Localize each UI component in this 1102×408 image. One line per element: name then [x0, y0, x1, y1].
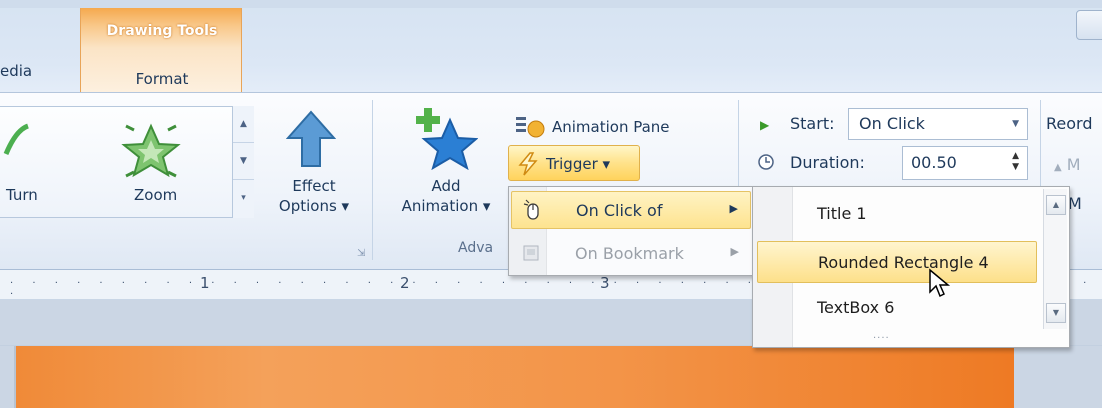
ribbon-tab-strip: edia Drawing Tools Format	[0, 0, 1102, 92]
group-launcher-icon[interactable]: ⇲	[357, 248, 365, 259]
ruler-mark: 3	[600, 274, 610, 292]
mouse-cursor-icon	[929, 268, 951, 298]
turn-animation-icon[interactable]	[2, 120, 32, 160]
resize-grip-icon[interactable]: ····	[873, 333, 890, 344]
zoom-animation-icon[interactable]	[118, 118, 184, 178]
drawing-tools-context-group: Drawing Tools Format	[80, 8, 242, 92]
chevron-down-icon[interactable]: ▼	[1012, 119, 1019, 129]
submenu-item-title-1[interactable]: Title 1	[757, 193, 1037, 235]
advanced-animation-group-label: Adva	[458, 240, 494, 256]
trigger-menu: On Click of ▶ On Bookmark ▶	[508, 186, 754, 276]
mouse-icon	[523, 199, 539, 220]
tab-format[interactable]: Format	[81, 70, 243, 88]
menu-item-on-bookmark[interactable]: On Bookmark ▶	[511, 235, 751, 273]
spinner-arrows-icon[interactable]: ▲ ▼	[1012, 151, 1019, 173]
animation-pane-button[interactable]: Animation Pane	[514, 115, 670, 139]
reorder-label: Reord	[1046, 114, 1093, 133]
scroll-up-icon[interactable]: ▲	[1046, 195, 1066, 215]
group-separator	[372, 100, 373, 260]
start-label: Start:	[790, 114, 835, 133]
chevron-right-icon: ▶	[730, 245, 739, 258]
gallery-item-zoom[interactable]: Zoom	[134, 186, 177, 204]
minimize-ribbon-button[interactable]	[1076, 10, 1102, 40]
effect-options-button[interactable]: Effect Options ▾	[268, 176, 360, 216]
gallery-item-turn[interactable]: Turn	[6, 186, 38, 204]
gallery-scroll[interactable]: ▲ ▼ ▾	[232, 106, 254, 218]
effect-options-arrow-icon[interactable]	[286, 110, 336, 168]
submenu-scrollbar[interactable]: ▲ ▼	[1043, 189, 1067, 329]
start-play-icon: ▶	[760, 118, 770, 132]
slide-canvas[interactable]	[14, 346, 1014, 408]
gallery-more-icon[interactable]: ▾	[233, 180, 254, 217]
add-animation-icon[interactable]	[414, 106, 478, 170]
context-group-title: Drawing Tools	[106, 23, 218, 39]
submenu-item-textbox-6[interactable]: TextBox 6	[757, 287, 1037, 329]
move-later-button[interactable]: M	[1068, 194, 1082, 213]
title-bar-edge	[0, 0, 1102, 8]
add-animation-button[interactable]: Add Animation ▾	[384, 176, 508, 216]
chevron-right-icon: ▶	[729, 202, 738, 215]
lightning-icon	[518, 152, 538, 176]
start-combobox[interactable]: On Click ▼	[848, 108, 1028, 140]
tab-media[interactable]: edia	[0, 62, 32, 80]
duration-spinner[interactable]: 00.50 ▲ ▼	[902, 146, 1028, 180]
trigger-label-group[interactable]: Trigger ▾	[516, 152, 610, 176]
duration-label: Duration:	[790, 153, 865, 172]
ruler-mark: 1	[200, 274, 210, 292]
animation-pane-icon	[516, 117, 545, 138]
move-earlier-button[interactable]: ▲ M	[1054, 155, 1081, 174]
submenu-item-rounded-rectangle-4[interactable]: Rounded Rectangle 4	[757, 241, 1037, 283]
ruler-mark: 2	[400, 274, 410, 292]
gallery-scroll-up-icon[interactable]: ▲	[233, 106, 254, 143]
menu-item-on-click-of[interactable]: On Click of ▶	[511, 191, 751, 229]
gallery-scroll-down-icon[interactable]: ▼	[233, 143, 254, 180]
scroll-down-icon[interactable]: ▼	[1046, 303, 1066, 323]
clock-icon	[757, 153, 775, 175]
bookmark-icon	[523, 245, 539, 261]
on-click-of-submenu: Title 1 Rounded Rectangle 4 TextBox 6 ▲ …	[752, 186, 1070, 348]
